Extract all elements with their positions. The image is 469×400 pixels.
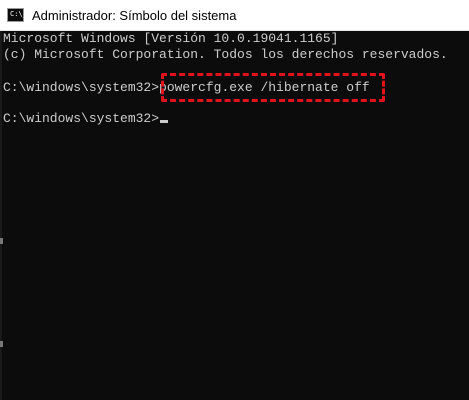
typed-command: powercfg.exe /hibernate off [159,80,370,95]
console-line-copyright: (c) Microsoft Corporation. Todos los der… [3,47,448,62]
current-prompt-path: C:\windows\system32> [3,111,160,126]
command-prompt-window: C:\_ Administrador: Símbolo del sistema … [0,0,469,400]
console-command-line: C:\windows\system32>powercfg.exe /hibern… [3,80,370,96]
console-line-version: Microsoft Windows [Versión 10.0.19041.11… [3,31,339,46]
edge-marker [0,238,3,244]
console-current-prompt-line[interactable]: C:\windows\system32> [3,111,169,127]
text-cursor [160,120,169,123]
cmd-icon[interactable]: C:\_ [7,8,27,22]
command-prompt-path: C:\windows\system32> [3,80,160,95]
cmd-icon-glyph: C:\_ [10,10,27,18]
edge-marker [0,341,3,347]
window-title: Administrador: Símbolo del sistema [32,8,237,23]
title-bar[interactable]: C:\_ Administrador: Símbolo del sistema [0,0,469,31]
